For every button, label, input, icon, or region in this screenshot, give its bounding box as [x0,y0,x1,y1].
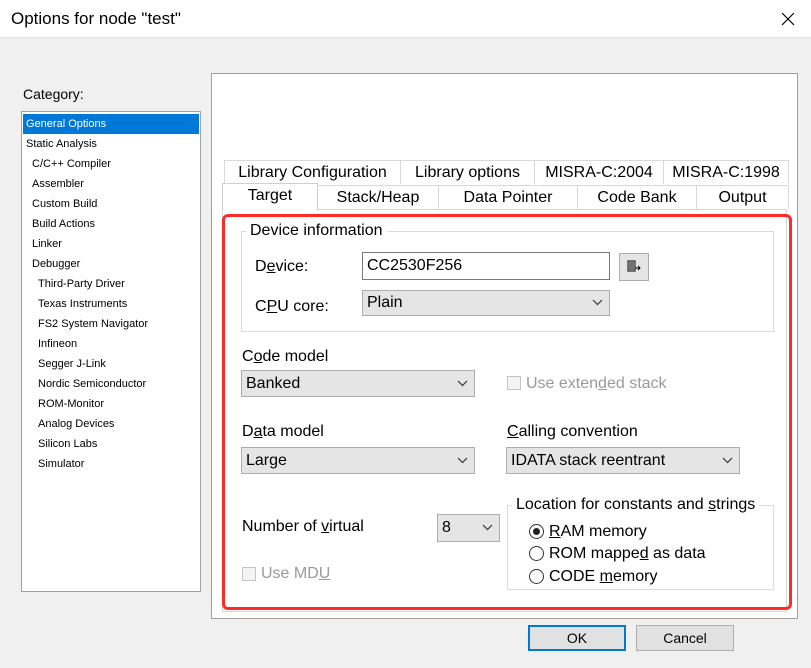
category-item-assembler[interactable]: Assembler [29,174,84,194]
category-item-build-actions[interactable]: Build Actions [29,214,95,234]
category-item-segger-jlink[interactable]: Segger J-Link [35,354,106,374]
rom-mapped-radio[interactable] [529,546,544,561]
code-model-label: Code model [242,348,329,365]
category-item-linker[interactable]: Linker [29,234,62,254]
close-icon [781,12,795,26]
ram-memory-label: RAM memory [549,523,647,540]
category-item-third-party-driver[interactable]: Third-Party Driver [35,274,125,294]
category-tree[interactable]: General Options Static Analysis C/C++ Co… [21,111,201,592]
category-item-rom-monitor[interactable]: ROM-Monitor [35,394,104,414]
chevron-down-icon [592,299,603,306]
category-item-static-analysis[interactable]: Static Analysis [23,134,97,154]
chevron-down-icon [457,457,468,463]
chevron-down-icon [457,380,468,386]
window-title: Options for node "test" [11,9,181,28]
chevron-down-icon [722,457,733,463]
data-model-value: Large [246,452,287,469]
use-extended-stack-label: Use extended stack [526,375,667,392]
tab-misra-c-1998[interactable]: MISRA-C:1998 [663,160,789,184]
category-label: Category: [23,86,84,102]
cancel-button[interactable]: Cancel [636,625,734,651]
ram-memory-radio[interactable] [529,524,544,539]
tab-data-pointer[interactable]: Data Pointer [438,185,578,209]
device-select-icon [627,260,641,272]
category-item-texas-instruments[interactable]: Texas Instruments [35,294,127,314]
device-browse-button[interactable] [619,253,649,281]
category-item-silicon-labs[interactable]: Silicon Labs [35,434,97,454]
code-model-value: Banked [246,375,301,392]
number-of-virtual-label: Number of virtual [242,518,364,535]
tab-library-options[interactable]: Library options [400,160,535,184]
number-of-virtual-value: 8 [442,519,451,536]
category-item-c-cpp-compiler[interactable]: C/C++ Compiler [29,154,111,174]
location-legend: Location for constants and strings [512,496,760,514]
category-item-debugger[interactable]: Debugger [29,254,80,274]
category-item-fs2-system-navigator[interactable]: FS2 System Navigator [35,314,148,334]
tab-misra-c-2004[interactable]: MISRA-C:2004 [534,160,664,184]
use-mdu-label: Use MDU [261,565,331,582]
use-extended-stack-checkbox[interactable] [507,376,521,390]
category-item-analog-devices[interactable]: Analog Devices [35,414,114,434]
device-information-legend: Device information [246,222,387,240]
cpu-core-label: CPU core: [255,298,329,315]
chevron-down-icon [482,524,493,531]
code-model-dropdown[interactable]: Banked [241,370,475,397]
rom-mapped-label: ROM mapped as data [549,545,706,562]
calling-convention-value: IDATA stack reentrant [511,452,666,469]
calling-convention-dropdown[interactable]: IDATA stack reentrant [506,447,740,474]
cpu-core-dropdown[interactable]: Plain [362,290,610,316]
calling-convention-label: Calling convention [507,423,638,440]
category-item-general-options[interactable]: General Options [23,114,199,134]
number-of-virtual-dropdown[interactable]: 8 [437,514,500,542]
ok-button[interactable]: OK [528,625,626,651]
tab-code-bank[interactable]: Code Bank [577,185,697,209]
code-memory-label: CODE memory [549,568,658,585]
tab-output[interactable]: Output [696,185,789,209]
category-item-infineon[interactable]: Infineon [35,334,77,354]
category-item-custom-build[interactable]: Custom Build [29,194,97,214]
code-memory-radio[interactable] [529,569,544,584]
device-information-group: Device information [241,222,774,332]
close-button[interactable] [766,2,810,36]
data-model-dropdown[interactable]: Large [241,447,475,474]
data-model-label: Data model [242,423,324,440]
device-field[interactable]: CC2530F256 [362,252,610,280]
device-label: Device: [255,258,309,275]
tab-library-configuration[interactable]: Library Configuration [224,160,401,184]
category-item-simulator[interactable]: Simulator [35,454,84,474]
use-mdu-checkbox[interactable] [242,567,256,581]
radio-selected-dot [533,528,540,535]
tab-stack-heap[interactable]: Stack/Heap [317,185,439,209]
tab-target[interactable]: Target [222,183,318,210]
title-bar: Options for node "test" [0,0,811,38]
category-item-nordic-semiconductor[interactable]: Nordic Semiconductor [35,374,146,394]
cpu-core-value: Plain [367,294,403,311]
